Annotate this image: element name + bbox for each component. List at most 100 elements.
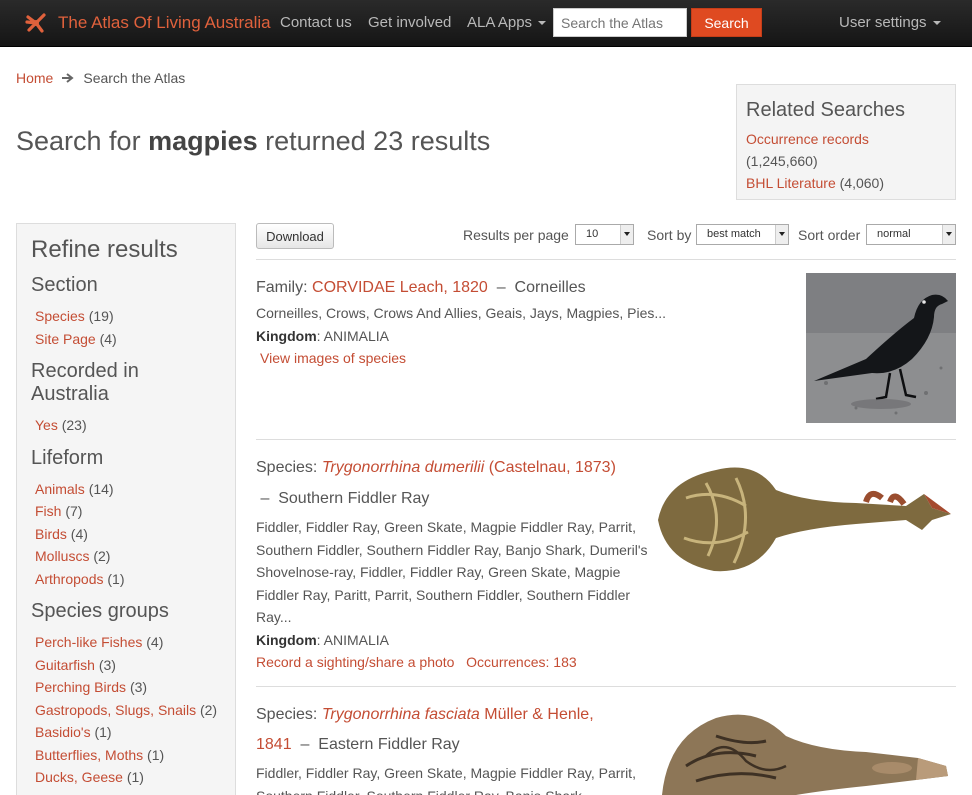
results-per-page-value: 10 <box>586 228 599 240</box>
facet-count: (1) <box>147 746 165 763</box>
facet-link-molluscs[interactable]: Molluscs <box>35 548 89 564</box>
facet-count: (23) <box>61 417 87 433</box>
facet-item: Butterflies, Moths (1) <box>35 744 221 767</box>
facet-link-butterflies-moths[interactable]: Butterflies, Moths <box>35 747 143 763</box>
occurrences-link[interactable]: Occurrences: 183 <box>466 654 577 670</box>
facet-item: Basidio's (1) <box>35 721 221 744</box>
facet-count: (14) <box>88 480 114 497</box>
result-name-link[interactable]: Trygonorrhina fasciata Müller & Henle, <box>322 706 594 723</box>
facet-item: Birds (4) <box>35 523 221 546</box>
search-button[interactable]: Search <box>691 8 762 37</box>
sort-by-select[interactable]: best match <box>696 224 789 245</box>
kingdom-label: Kingdom <box>256 327 317 344</box>
nav-ala-apps-label: ALA Apps <box>467 14 533 31</box>
chevron-down-icon <box>538 21 547 26</box>
result-title: Family: CORVIDAE Leach, 1820 – Corneille… <box>256 279 586 296</box>
result-title: Species: Trygonorrhina fasciata Müller &… <box>256 703 648 727</box>
facet-link-ducks-geese[interactable]: Ducks, Geese <box>35 769 123 785</box>
facet-count: (3) <box>98 656 116 673</box>
facet-count: (3) <box>129 679 148 695</box>
facet-heading-species-groups: Species groups <box>31 600 169 622</box>
result-name-link[interactable]: CORVIDAE Leach, 1820 <box>312 279 488 296</box>
sort-order-label: Sort order <box>798 227 861 243</box>
facet-count: (7) <box>65 503 83 519</box>
facet-count: (4) <box>99 330 117 347</box>
facet-link-gastropods[interactable]: Gastropods, Slugs, Snails <box>35 702 196 718</box>
facet-link-basidios[interactable]: Basidio's <box>35 724 91 740</box>
result-author: Müller & Henle, <box>479 706 594 723</box>
facet-link-guitarfish[interactable]: Guitarfish <box>35 657 95 673</box>
facet-item: Ducks, Geese (1) <box>35 766 221 789</box>
view-images-link[interactable]: View images of species <box>260 350 406 366</box>
occurrence-records-link[interactable]: Occurrence records <box>746 131 869 147</box>
kingdom-value: : ANIMALIA <box>316 327 390 344</box>
result-name-link[interactable]: Trygonorrhina dumerilii (Castelnau, 1873… <box>322 459 616 476</box>
breadcrumb: Home Search the Atlas <box>16 70 185 86</box>
dropdown-arrow-icon <box>620 225 633 244</box>
result-author: (Castelnau, 1873) <box>484 459 616 476</box>
facet-link-perch-like-fishes[interactable]: Perch-like Fishes <box>35 634 142 650</box>
search-input[interactable] <box>553 8 687 37</box>
divider <box>256 259 956 260</box>
result-common-name: Southern Fiddler Ray <box>278 490 430 507</box>
facet-heading-section: Section <box>31 274 98 296</box>
download-button[interactable]: Download <box>256 223 334 249</box>
facet-count: (19) <box>88 308 114 324</box>
nav-ala-apps[interactable]: ALA Apps <box>467 14 547 31</box>
facet-link-perching-birds[interactable]: Perching Birds <box>35 679 126 695</box>
result-kingdom: Kingdom: ANIMALIA <box>256 629 648 652</box>
facet-item: Animals (14) <box>35 478 221 501</box>
facet-item: Yes (23) <box>35 414 221 437</box>
result-scientific-name: Trygonorrhina fasciata <box>321 706 480 723</box>
kingdom-label: Kingdom <box>256 631 317 648</box>
brand-link[interactable]: The Atlas Of Living Australia <box>24 8 271 38</box>
bhl-literature-link[interactable]: BHL Literature <box>746 175 836 191</box>
title-query: magpies <box>148 126 258 156</box>
crow-thumbnail[interactable] <box>806 273 956 423</box>
results-per-page-select[interactable]: 10 <box>575 224 634 245</box>
occurrence-records-count: (1,245,660) <box>746 153 818 169</box>
search-result: Species: Trygonorrhina dumerilii (Castel… <box>256 456 648 674</box>
facet-list-section: Species (19) Site Page (4) <box>35 305 221 350</box>
facet-list-lifeform: Animals (14) Fish (7) Birds (4) Molluscs… <box>35 478 221 591</box>
facet-link-birds[interactable]: Birds <box>35 526 67 542</box>
breadcrumb-home[interactable]: Home <box>16 70 53 86</box>
facet-link-species[interactable]: Species <box>35 308 85 324</box>
facet-link-site-page[interactable]: Site Page <box>35 331 96 347</box>
facet-list-recorded: Yes (23) <box>35 414 221 437</box>
facet-item: Gastropods, Slugs, Snails (2) <box>35 699 221 722</box>
record-sighting-link[interactable]: Record a sighting/share a photo <box>256 654 454 670</box>
title-prefix: Search for <box>16 126 149 156</box>
facet-item: Fish (7) <box>35 500 221 523</box>
bhl-literature-count: (4,060) <box>839 175 884 191</box>
facet-link-yes[interactable]: Yes <box>35 417 58 433</box>
results-per-page-label: Results per page <box>463 227 569 243</box>
facet-link-fish[interactable]: Fish <box>35 503 61 519</box>
facet-count: (2) <box>199 701 218 718</box>
southern-fiddler-ray-thumbnail[interactable] <box>656 458 956 576</box>
result-kingdom: Kingdom: ANIMALIA <box>256 325 786 348</box>
sort-by-value: best match <box>707 228 761 240</box>
facet-link-animals[interactable]: Animals <box>35 481 85 497</box>
result-common-name: Eastern Fiddler Ray <box>318 736 460 753</box>
result-author-year[interactable]: 1841 <box>256 736 292 753</box>
facet-item: Perch-like Fishes (4) <box>35 631 221 654</box>
result-synonyms: Corneilles, Crows, Crows And Allies, Gea… <box>256 305 667 321</box>
facet-count: (1) <box>94 724 112 740</box>
result-scientific-name: Trygonorrhina dumerilii <box>321 459 485 476</box>
brand-title: The Atlas Of Living Australia <box>58 13 271 32</box>
nav-contact-us[interactable]: Contact us <box>280 14 352 31</box>
facet-link-arthropods[interactable]: Arthropods <box>35 571 103 587</box>
result-synonyms: Fiddler, Fiddler Ray, Green Skate, Magpi… <box>256 765 636 795</box>
facet-count: (1) <box>126 769 144 785</box>
nav-get-involved[interactable]: Get involved <box>368 14 451 31</box>
sort-order-select[interactable]: normal <box>866 224 956 245</box>
facet-item: Guitarfish (3) <box>35 654 221 677</box>
result-synonyms: Fiddler, Fiddler Ray, Green Skate, Magpi… <box>256 519 648 625</box>
user-settings-menu[interactable]: User settings <box>839 14 941 31</box>
facet-heading-recorded: Recorded in Australia <box>31 360 139 405</box>
related-searches-panel: Related Searches Occurrence records (1,2… <box>736 84 956 200</box>
facet-item: Site Page (4) <box>35 328 221 351</box>
kingdom-value: : ANIMALIA <box>316 631 390 648</box>
eastern-fiddler-ray-thumbnail[interactable] <box>656 706 956 795</box>
